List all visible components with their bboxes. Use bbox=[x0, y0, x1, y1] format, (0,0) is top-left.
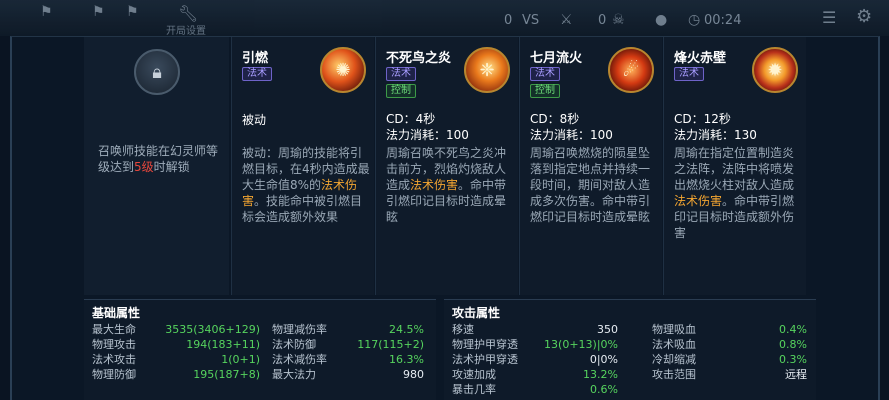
attr-row: 攻击范围 远程 bbox=[652, 368, 807, 381]
skill-name: 烽火赤壁 bbox=[674, 51, 727, 66]
flag-icon: ⚑ bbox=[126, 4, 139, 20]
flag-icon: ⚑ bbox=[40, 4, 53, 20]
skill-name: 不死鸟之炎 bbox=[386, 51, 452, 66]
attr-row: 法术吸血 0.8% bbox=[652, 338, 807, 351]
unlock-level: 5级 bbox=[134, 160, 154, 174]
attr-row: 最大法力 980 bbox=[272, 368, 424, 381]
phoenix-icon: ❈ bbox=[464, 47, 510, 93]
skill-cost: 法力消耗：100 bbox=[386, 128, 469, 142]
basic-attributes-panel: 基础属性 最大生命 3535(3406+129) 物理攻击 194(183+11) … bbox=[84, 299, 436, 400]
attr-row: 物理减伤率 24.5% bbox=[272, 323, 424, 336]
skill-description: 周瑜召唤燃烧的陨星坠落到指定地点并持续一段时间，期间对敌人造成多次伤害。命中带引… bbox=[530, 146, 651, 224]
sword-icon: ⚔︎ bbox=[560, 12, 573, 28]
summoner-skill-slot: 🔒︎ 召唤师技能在幻灵师等级达到5级时解锁 bbox=[84, 37, 229, 295]
section-title: 攻击属性 bbox=[452, 306, 501, 320]
tag-control: 控制 bbox=[530, 84, 560, 98]
tag-magic: 法术 bbox=[386, 67, 416, 81]
attr-row: 暴击几率 0.6% bbox=[452, 383, 618, 396]
meteor-icon: ☄︎ bbox=[608, 47, 654, 93]
wrench-icon[interactable]: 🔧︎ bbox=[178, 4, 198, 23]
attr-row: 法术防御 117(115+2) bbox=[272, 338, 424, 351]
attr-row: 最大生命 3535(3406+129) bbox=[92, 323, 260, 336]
settings-label[interactable]: 开局设置 bbox=[166, 22, 206, 37]
avatar-icon: ● bbox=[655, 12, 668, 28]
flag-icon: ⚑ bbox=[92, 4, 105, 20]
fire-swirl-icon: ✺ bbox=[320, 47, 366, 93]
skill-card-3[interactable]: 烽火赤壁 法术 ✹ CD：12秒 法力消耗：130 周瑜在指定位置制造炎之法阵，法… bbox=[663, 37, 806, 295]
attr-row: 物理护甲穿透 13(0+13)|0% bbox=[452, 338, 618, 351]
kill-count-left: 0 bbox=[504, 13, 513, 28]
skill-cooldown: CD：8秒 法力消耗：100 bbox=[530, 112, 613, 142]
attr-row: 攻速加成 13.2% bbox=[452, 368, 618, 381]
unlock-text: 召唤师技能在幻灵师等级达到5级时解锁 bbox=[98, 144, 219, 174]
tag-magic: 法术 bbox=[530, 67, 560, 81]
attr-row: 法术护甲穿透 0|0% bbox=[452, 353, 618, 366]
top-hud: ⚑ ⚑ ⚑ 🔧︎ 开局设置 0 VS ⚔︎ 0 ☠︎ ● ◷ 00:24 ☰ ⚙… bbox=[0, 0, 889, 37]
skill-description: 被动：周瑜的技能将引燃目标，在4秒内造成最大生命值8%的法术伤害。技能命中被引燃… bbox=[242, 146, 370, 224]
fire-ring-icon: ✹ bbox=[752, 47, 798, 93]
tag-magic: 法术 bbox=[242, 67, 272, 81]
skull-icon: ☠︎ bbox=[612, 12, 625, 28]
skill-cooldown: CD：12秒 法力消耗：130 bbox=[674, 112, 757, 142]
skill-name: 七月流火 bbox=[530, 51, 583, 66]
skill-description: 周瑜在指定位置制造炎之法阵，法阵中将喷发出燃烧火柱对敌人造成法术伤害。命中带引燃… bbox=[674, 146, 795, 240]
attr-row: 物理攻击 194(183+11) bbox=[92, 338, 260, 351]
vs-label: VS bbox=[522, 13, 540, 28]
skill-cost: 法力消耗：100 bbox=[530, 128, 613, 142]
skill-cooldown: CD：4秒 法力消耗：100 bbox=[386, 112, 469, 142]
skill-cost: 法力消耗：130 bbox=[674, 128, 757, 142]
menu-icon[interactable]: ☰ bbox=[822, 8, 836, 27]
skill-card-passive[interactable]: 引燃 法术 ✺ 被动 被动：周瑜的技能将引燃目标，在4秒内造成最大生命值8%的法… bbox=[231, 37, 374, 295]
skill-card-1[interactable]: 不死鸟之炎 法术 控制 ❈ CD：4秒 法力消耗：100 周瑜召唤不死鸟之炎冲击前… bbox=[375, 37, 518, 295]
tag-magic: 法术 bbox=[674, 67, 704, 81]
tag-control: 控制 bbox=[386, 84, 416, 98]
game-timer: 00:24 bbox=[704, 13, 742, 28]
kill-count-right: 0 bbox=[598, 13, 607, 28]
section-title: 基础属性 bbox=[92, 306, 141, 320]
lock-icon[interactable]: 🔒︎ bbox=[134, 49, 180, 95]
attr-row: 冷却缩减 0.3% bbox=[652, 353, 807, 366]
attr-row: 移速 350 bbox=[452, 323, 618, 336]
skill-type: 被动 bbox=[242, 113, 267, 127]
attr-row: 法术攻击 1(0+1) bbox=[92, 353, 260, 366]
skill-card-2[interactable]: 七月流火 法术 控制 ☄︎ CD：8秒 法力消耗：100 周瑜召唤燃烧的陨星坠落到… bbox=[519, 37, 662, 295]
attack-attributes-panel: 攻击属性 移速 350 物理护甲穿透 13(0+13)|0% 法术护甲穿透 0|0% … bbox=[444, 299, 816, 400]
clock-icon: ◷ bbox=[688, 12, 701, 28]
attr-row: 物理防御 195(187+8) bbox=[92, 368, 260, 381]
skill-name: 引燃 bbox=[242, 51, 269, 66]
skill-info-panel: 🔒︎ 召唤师技能在幻灵师等级达到5级时解锁 引燃 法术 ✺ 被动 被动：周瑜的技… bbox=[10, 36, 880, 400]
attr-row: 物理吸血 0.4% bbox=[652, 323, 807, 336]
attr-row: 法术减伤率 16.3% bbox=[272, 353, 424, 366]
gear-icon[interactable]: ⚙︎ bbox=[856, 6, 872, 27]
skill-description: 周瑜召唤不死鸟之炎冲击前方，烈焰灼烧敌人造成法术伤害。命中带引燃印记目标时造成晕… bbox=[386, 146, 507, 224]
